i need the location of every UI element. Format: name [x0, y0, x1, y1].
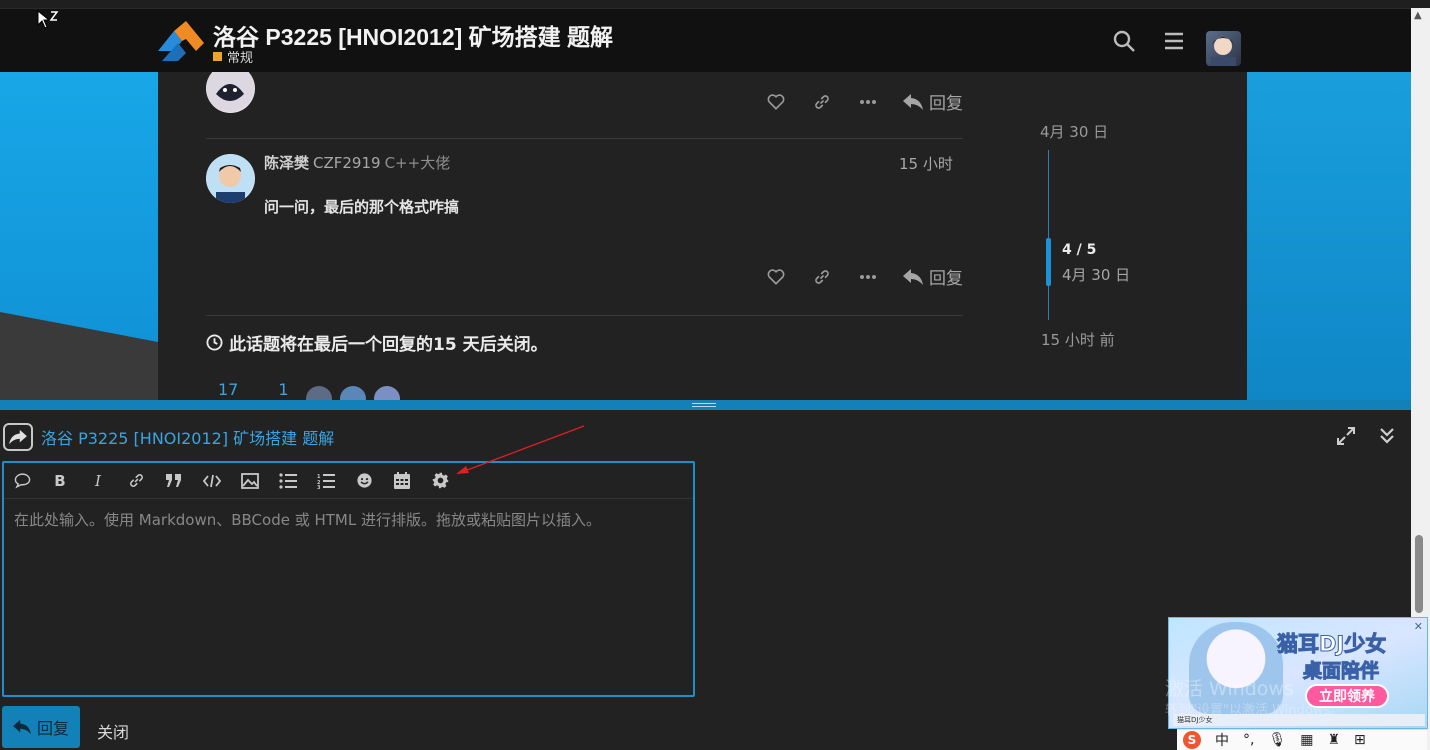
keyboard-icon[interactable]: ▦: [1300, 732, 1313, 748]
ime-toolbar: S 中 °, 🎙 ▦ ♜ ⊞: [1177, 729, 1427, 750]
post-author: 陈泽樊 CZF2919 C++大佬: [264, 152, 450, 173]
code-icon[interactable]: [202, 471, 222, 491]
calendar-icon[interactable]: [392, 471, 412, 491]
share-link-icon[interactable]: [811, 266, 833, 288]
post-avatar[interactable]: [206, 154, 255, 203]
composer-textarea[interactable]: [4, 499, 693, 693]
windows-activation-hint: 转到"设置"以激活 Windows。: [1165, 703, 1344, 718]
timeline-position: 4 / 5: [1062, 242, 1097, 258]
post-avatar-previous[interactable]: [206, 72, 255, 113]
italic-icon[interactable]: I: [88, 471, 108, 491]
category-color-icon: [213, 52, 222, 61]
microphone-icon[interactable]: 🎙: [1268, 732, 1286, 748]
grip-icon: [692, 403, 716, 407]
user-avatar[interactable]: [1206, 31, 1241, 66]
collapse-icon[interactable]: [1377, 426, 1397, 446]
topic-title[interactable]: 洛谷 P3225 [HNOI2012] 矿场搭建 题解: [213, 18, 613, 52]
submit-reply-button[interactable]: 回复: [2, 706, 80, 748]
fullscreen-icon[interactable]: [1336, 426, 1356, 446]
background-left-art: [0, 72, 158, 412]
reply-label: 回复: [929, 269, 963, 289]
closing-text: 此话题将在最后一个回复的15 天后关闭。: [229, 335, 548, 355]
more-icon[interactable]: [857, 266, 879, 288]
timeline-start-date[interactable]: 4月 30 日: [1040, 121, 1108, 142]
reply-icon: [903, 268, 923, 285]
post-date[interactable]: 15 小时: [899, 153, 953, 174]
composer-topic-link[interactable]: 洛谷 P3225 [HNOI2012] 矿场搭建 题解: [41, 425, 334, 449]
post-user-title: C++大佬: [384, 154, 451, 172]
share-link-icon[interactable]: [811, 91, 833, 113]
reply-button-previous[interactable]: 回复: [903, 89, 963, 114]
post-actions: 回复: [765, 264, 963, 289]
scrollbar-thumb[interactable]: [1415, 535, 1423, 613]
image-upload-icon[interactable]: [240, 471, 260, 491]
close-composer-button[interactable]: 关闭: [97, 719, 129, 743]
topic-category[interactable]: 常规: [213, 47, 253, 66]
background-right-art: [1247, 72, 1411, 402]
topic-main: 回复 陈泽樊 CZF2919 C++大佬 15 小时 问一问，最后的那个格式咋搞 回…: [158, 72, 1247, 402]
close-icon[interactable]: ✕: [1414, 620, 1423, 633]
gear-icon[interactable]: [430, 471, 450, 491]
windows-activation-watermark: 激活 Windows: [1165, 678, 1294, 700]
users-count: 1: [278, 380, 289, 399]
timeline-end-label[interactable]: 15 小时 前: [1041, 329, 1115, 350]
search-icon[interactable]: [1112, 29, 1136, 53]
reply-label: 回复: [929, 94, 963, 114]
views-count: 17: [218, 380, 239, 399]
sogou-logo-icon[interactable]: S: [1183, 731, 1201, 749]
svg-text:3: 3: [317, 485, 321, 489]
site-header: 洛谷 P3225 [HNOI2012] 矿场搭建 题解 常规: [0, 8, 1411, 72]
emoji-icon[interactable]: [354, 471, 374, 491]
ime-mode-label[interactable]: 中: [1215, 730, 1229, 750]
annotation-arrow: [456, 425, 585, 474]
menu-icon[interactable]: [1162, 29, 1186, 53]
more-icon[interactable]: [857, 91, 879, 113]
like-icon[interactable]: [765, 91, 787, 113]
composer-resize-handle[interactable]: [0, 400, 1411, 410]
post-divider: [206, 138, 963, 139]
editor-toolbar: B I 123: [4, 463, 693, 499]
timeline-current-date: 4月 30 日: [1062, 266, 1131, 284]
toolbox-icon[interactable]: ⊞: [1354, 732, 1366, 748]
timeline-handle[interactable]: [1046, 238, 1051, 286]
mouse-cursor-icon: [37, 10, 59, 29]
post-username[interactable]: 陈泽樊: [264, 154, 309, 172]
skin-icon[interactable]: ♜: [1327, 732, 1340, 748]
post-actions-previous: 回复: [765, 89, 963, 114]
site-logo[interactable]: [158, 21, 204, 61]
post-divider: [206, 315, 963, 316]
bullet-list-icon[interactable]: [278, 471, 298, 491]
reply-icon: [903, 93, 923, 110]
link-icon[interactable]: [126, 471, 146, 491]
composer-header: 洛谷 P3225 [HNOI2012] 矿场搭建 题解: [3, 423, 334, 451]
topic-closing-notice: 此话题将在最后一个回复的15 天后关闭。: [206, 330, 548, 355]
bold-icon[interactable]: B: [50, 471, 70, 491]
quote-bubble-icon[interactable]: [12, 471, 32, 491]
ad-subtitle: 桌面陪伴: [1302, 660, 1380, 683]
timeline-track[interactable]: [1048, 150, 1049, 320]
like-icon[interactable]: [765, 266, 787, 288]
post-body: 问一问，最后的那个格式咋搞: [264, 198, 460, 216]
editor: B I 123: [2, 461, 695, 697]
reply-action-icon[interactable]: [3, 423, 33, 451]
reply-icon: [13, 719, 31, 735]
submit-reply-label: 回复: [36, 721, 69, 738]
post-fullname: CZF2919: [313, 154, 381, 172]
clock-icon: [206, 334, 223, 351]
reply-button[interactable]: 回复: [903, 264, 963, 289]
numbered-list-icon[interactable]: 123: [316, 471, 336, 491]
scroll-up-arrow-icon[interactable]: ▲: [1414, 10, 1422, 21]
punctuation-icon[interactable]: °,: [1243, 732, 1254, 748]
ad-title: 猫耳DJ少女: [1276, 632, 1387, 657]
blockquote-icon[interactable]: [164, 471, 184, 491]
category-label: 常规: [227, 51, 254, 66]
